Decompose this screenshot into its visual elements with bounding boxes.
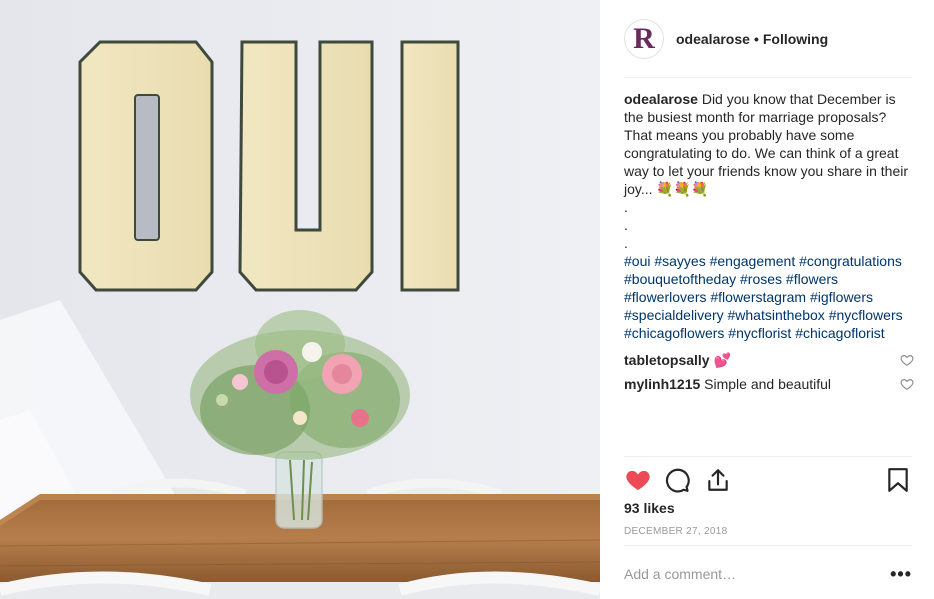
- comment-like-heart-icon[interactable]: [900, 377, 914, 391]
- post-date[interactable]: DECEMBER 27, 2018: [624, 526, 727, 537]
- add-comment-input[interactable]: [624, 566, 891, 582]
- caption-dot: .: [624, 217, 628, 233]
- hashtag-link[interactable]: #roses: [740, 271, 782, 287]
- hashtag-link[interactable]: #sayyes: [654, 253, 705, 269]
- comment-button[interactable]: [664, 466, 692, 494]
- comment-input-divider: [624, 545, 912, 546]
- hashtag-link[interactable]: #chicagoflorist: [795, 325, 885, 341]
- post-photo-illustration: [0, 0, 600, 599]
- comment-icon: [666, 468, 690, 493]
- letter-o: [78, 40, 214, 292]
- hashtag-link[interactable]: #chicagoflowers: [624, 325, 724, 341]
- comment-username[interactable]: mylinh1215: [624, 376, 700, 392]
- hashtag-link[interactable]: #engagement: [710, 253, 796, 269]
- share-icon: [708, 469, 728, 491]
- header-text: odealarose • Following: [676, 31, 828, 47]
- header-separator: •: [753, 31, 759, 47]
- comment-like-heart-icon[interactable]: [900, 353, 914, 367]
- caption-dot: .: [624, 199, 628, 215]
- hashtag-link[interactable]: #whatsinthebox: [728, 307, 825, 323]
- post-side-panel: R odealarose • Following odealarose Did yo…: [600, 0, 934, 599]
- caption-username[interactable]: odealarose: [624, 91, 698, 107]
- comment-username[interactable]: tabletopsally: [624, 352, 710, 368]
- hashtag-link[interactable]: #specialdelivery: [624, 307, 724, 323]
- hashtags: #oui #sayyes #engagement #congratulation…: [624, 252, 914, 342]
- hashtag-link[interactable]: #congratulations: [799, 253, 902, 269]
- username-link[interactable]: odealarose: [676, 31, 750, 47]
- comment-text: 💕: [713, 352, 731, 368]
- avatar-letter: R: [633, 22, 655, 55]
- hashtag-link[interactable]: #flowers: [786, 271, 838, 287]
- header-divider: [624, 77, 912, 78]
- hashtag-link[interactable]: #bouquetoftheday: [624, 271, 736, 287]
- hashtag-link[interactable]: #oui: [624, 253, 650, 269]
- hashtag-link[interactable]: #flowerlovers: [624, 289, 706, 305]
- comment-row: tabletopsally 💕: [624, 348, 914, 372]
- letter-i: [400, 40, 460, 292]
- follow-button[interactable]: Following: [763, 31, 828, 47]
- more-options-icon[interactable]: •••: [890, 565, 912, 583]
- avatar[interactable]: R: [624, 19, 664, 59]
- action-bar: [624, 465, 912, 495]
- share-button[interactable]: [704, 466, 732, 494]
- save-button[interactable]: [884, 466, 912, 494]
- bookmark-icon: [888, 468, 908, 492]
- comment-body: mylinh1215 Simple and beautiful: [624, 375, 831, 393]
- hashtag-link[interactable]: #nycflorist: [728, 325, 791, 341]
- post-header: R odealarose • Following: [624, 18, 912, 60]
- like-button[interactable]: [624, 466, 652, 494]
- caption: odealarose Did you know that December is…: [624, 90, 914, 198]
- heart-icon: [626, 470, 650, 491]
- flower-vase: [275, 451, 323, 529]
- hashtag-link[interactable]: #flowerstagram: [710, 289, 806, 305]
- comment-row: mylinh1215 Simple and beautiful: [624, 372, 914, 396]
- hashtag-link[interactable]: #igflowers: [810, 289, 873, 305]
- comment-body: tabletopsally 💕: [624, 351, 731, 369]
- likes-count[interactable]: 93 likes: [624, 500, 675, 516]
- actions-divider: [624, 456, 912, 457]
- hashtag-link[interactable]: #nycflowers: [829, 307, 903, 323]
- caption-dot: .: [624, 235, 628, 251]
- add-comment-bar: •••: [624, 560, 912, 588]
- comments-section: odealarose Did you know that December is…: [624, 90, 914, 396]
- comment-text: Simple and beautiful: [704, 376, 832, 392]
- post-photo[interactable]: [0, 0, 600, 599]
